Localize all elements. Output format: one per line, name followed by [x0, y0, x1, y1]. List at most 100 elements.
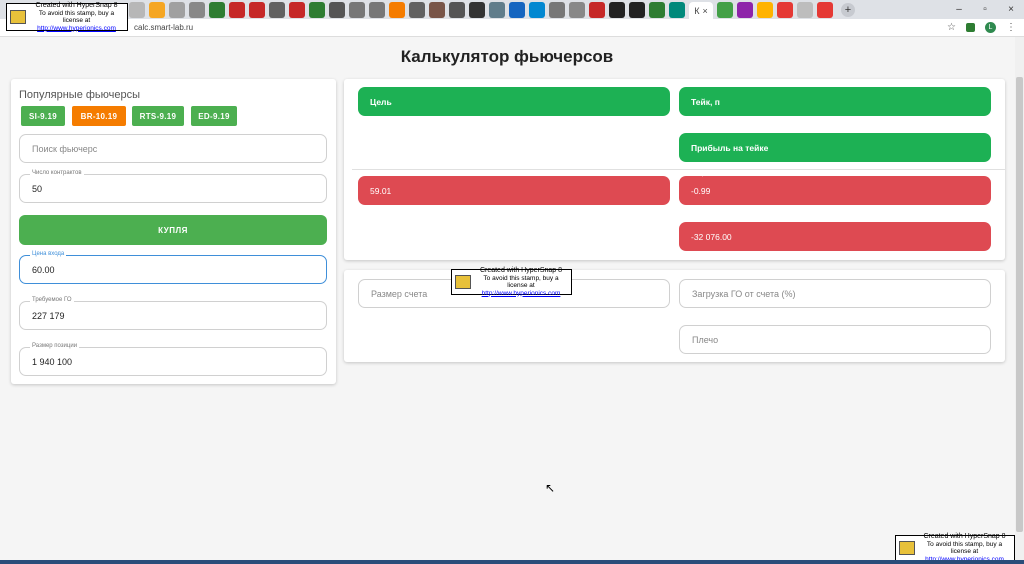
go-load-input[interactable]: Загрузка ГО от счета (%) [679, 279, 991, 308]
browser-tab-favicon[interactable] [329, 1, 345, 18]
browser-tab-favicon[interactable] [469, 1, 485, 18]
take-points-result[interactable]: Тейк, п [679, 87, 991, 116]
browser-menu-icon[interactable]: ⋮ [1006, 22, 1016, 33]
browser-tab-favicon[interactable] [589, 1, 605, 18]
browser-tab-favicon[interactable] [737, 1, 753, 18]
browser-tab-favicon[interactable] [189, 1, 205, 18]
camera-icon [899, 541, 915, 555]
browser-tab-favicon[interactable] [229, 1, 245, 18]
browser-tab-favicon[interactable] [817, 1, 833, 18]
active-tab[interactable]: К × [689, 2, 713, 19]
camera-icon [10, 10, 26, 24]
browser-tab-favicon[interactable] [269, 1, 285, 18]
stop-points-label: Стоп, п [689, 172, 708, 178]
browser-tab-favicon[interactable] [777, 1, 793, 18]
contracts-label: Число контрактов [30, 170, 84, 176]
contracts-field[interactable]: Число контрактов 50 [19, 170, 327, 203]
stop-loss-amount-result[interactable]: Убыток на стопе -32 076.00 [679, 218, 991, 251]
results-divider [352, 169, 1005, 170]
page-scrollbar[interactable] [1015, 37, 1024, 560]
search-input[interactable]: Поиск фьючерс [19, 134, 327, 163]
chip-si[interactable]: SI-9.19 [21, 106, 65, 126]
account-card: Размер счета Загрузка ГО от счета (%) Пл… [344, 270, 1005, 362]
stop-points-result[interactable]: Стоп, п -0.99 [679, 172, 991, 205]
go-load-placeholder: Загрузка ГО от счета (%) [692, 288, 796, 299]
browser-tab-favicon[interactable] [569, 1, 585, 18]
search-placeholder: Поиск фьючерс [32, 143, 98, 154]
address-bar-icons: ☆ L ⋮ [947, 22, 1016, 33]
browser-tab-favicon[interactable] [489, 1, 505, 18]
chip-ed[interactable]: ED-9.19 [191, 106, 237, 126]
browser-tab-favicon[interactable] [169, 1, 185, 18]
stop-loss-value: 59.01 [370, 185, 392, 196]
target-result[interactable]: Цель [358, 87, 670, 116]
futures-input-card: Популярные фьючерсы SI-9.19 BR-10.19 RTS… [11, 79, 336, 384]
new-tab-button[interactable]: + [841, 2, 855, 17]
browser-tab-favicon[interactable] [629, 1, 645, 18]
browser-tab-favicon[interactable] [289, 1, 305, 18]
stop-points-value: -0.99 [691, 185, 711, 196]
browser-tab-favicon[interactable] [349, 1, 365, 18]
browser-tab-favicon[interactable] [797, 1, 813, 18]
browser-tab-favicon[interactable] [409, 1, 425, 18]
browser-tab-bar: К × + – ▫ × [0, 0, 1024, 19]
contracts-value: 50 [32, 183, 43, 194]
take-profit-label: Прибыль на тейке [691, 142, 769, 153]
extension-icon[interactable] [966, 23, 975, 32]
browser-tab-favicon[interactable] [209, 1, 225, 18]
required-go-value: 227 179 [32, 310, 65, 321]
take-profit-result[interactable]: Прибыль на тейке [679, 133, 991, 162]
profile-avatar[interactable]: L [985, 22, 996, 33]
browser-tab-favicon[interactable] [649, 1, 665, 18]
browser-tab-favicon[interactable] [369, 1, 385, 18]
window-controls: – ▫ × [946, 0, 1024, 19]
leverage-input[interactable]: Плечо [679, 325, 991, 354]
hypersnap-stamp-middle: Created with HyperSnap 8 To avoid this s… [451, 267, 572, 297]
browser-tab-favicon[interactable] [669, 1, 685, 18]
hypersnap-stamp-top: Created with HyperSnap 8 To avoid this s… [6, 2, 128, 32]
browser-tab-favicon[interactable] [757, 1, 773, 18]
close-window-icon[interactable]: × [998, 4, 1024, 15]
browser-tab-favicon[interactable] [509, 1, 525, 18]
browser-tab-favicon[interactable] [249, 1, 265, 18]
stop-loss-amount-label: Убыток на стопе [689, 218, 731, 224]
take-points-label: Тейк, п [691, 96, 720, 107]
stamp-text: Created with HyperSnap 8 To avoid this s… [35, 2, 118, 32]
browser-tab-favicon[interactable] [549, 1, 565, 18]
stop-loss-amount-value: -32 076.00 [691, 231, 732, 242]
stamp-text: Created with HyperSnap 8 To avoid this s… [479, 267, 563, 297]
tab-close-icon[interactable]: × [702, 6, 707, 16]
address-bar: calc.smart-lab.ru ☆ L ⋮ [0, 19, 1024, 37]
page-title: Калькулятор фьючерсов [400, 47, 614, 66]
bookmark-star-icon[interactable]: ☆ [947, 22, 956, 33]
position-size-value: 1 940 100 [32, 356, 73, 367]
browser-tab-favicon[interactable] [717, 1, 733, 18]
account-size-placeholder: Размер счета [371, 288, 428, 299]
minimize-icon[interactable]: – [946, 4, 972, 15]
stop-loss-result[interactable]: Стоп-лосс 59.01 [358, 172, 670, 205]
position-size-label: Размер позиции [30, 343, 80, 349]
entry-price-value: 60.00 [32, 264, 55, 275]
browser-tab-favicon[interactable] [429, 1, 445, 18]
leverage-placeholder: Плечо [692, 334, 719, 345]
browser-tab-favicon[interactable] [389, 1, 405, 18]
entry-price-field[interactable]: Цена входа 60.00 [19, 251, 327, 284]
maximize-icon[interactable]: ▫ [972, 4, 998, 15]
browser-tab-favicon[interactable] [129, 1, 145, 18]
chip-br[interactable]: BR-10.19 [72, 106, 126, 126]
browser-tabs-right [715, 1, 835, 18]
browser-tab-favicon[interactable] [609, 1, 625, 18]
mouse-cursor-icon: ↖ [545, 481, 556, 495]
scrollbar-thumb[interactable] [1016, 77, 1023, 532]
browser-tab-favicon[interactable] [149, 1, 165, 18]
chip-rts[interactable]: RTS-9.19 [132, 106, 184, 126]
browser-tab-favicon[interactable] [529, 1, 545, 18]
required-go-field[interactable]: Требуемое ГО 227 179 [19, 297, 327, 330]
url-text[interactable]: calc.smart-lab.ru [134, 23, 193, 32]
hypersnap-stamp-bottom: Created with HyperSnap 8 To avoid this s… [895, 533, 1015, 563]
buy-button[interactable]: КУПЛЯ [19, 215, 327, 245]
browser-tab-favicon[interactable] [309, 1, 325, 18]
os-taskbar [0, 560, 1024, 564]
position-size-field[interactable]: Размер позиции 1 940 100 [19, 343, 327, 376]
browser-tab-favicon[interactable] [449, 1, 465, 18]
